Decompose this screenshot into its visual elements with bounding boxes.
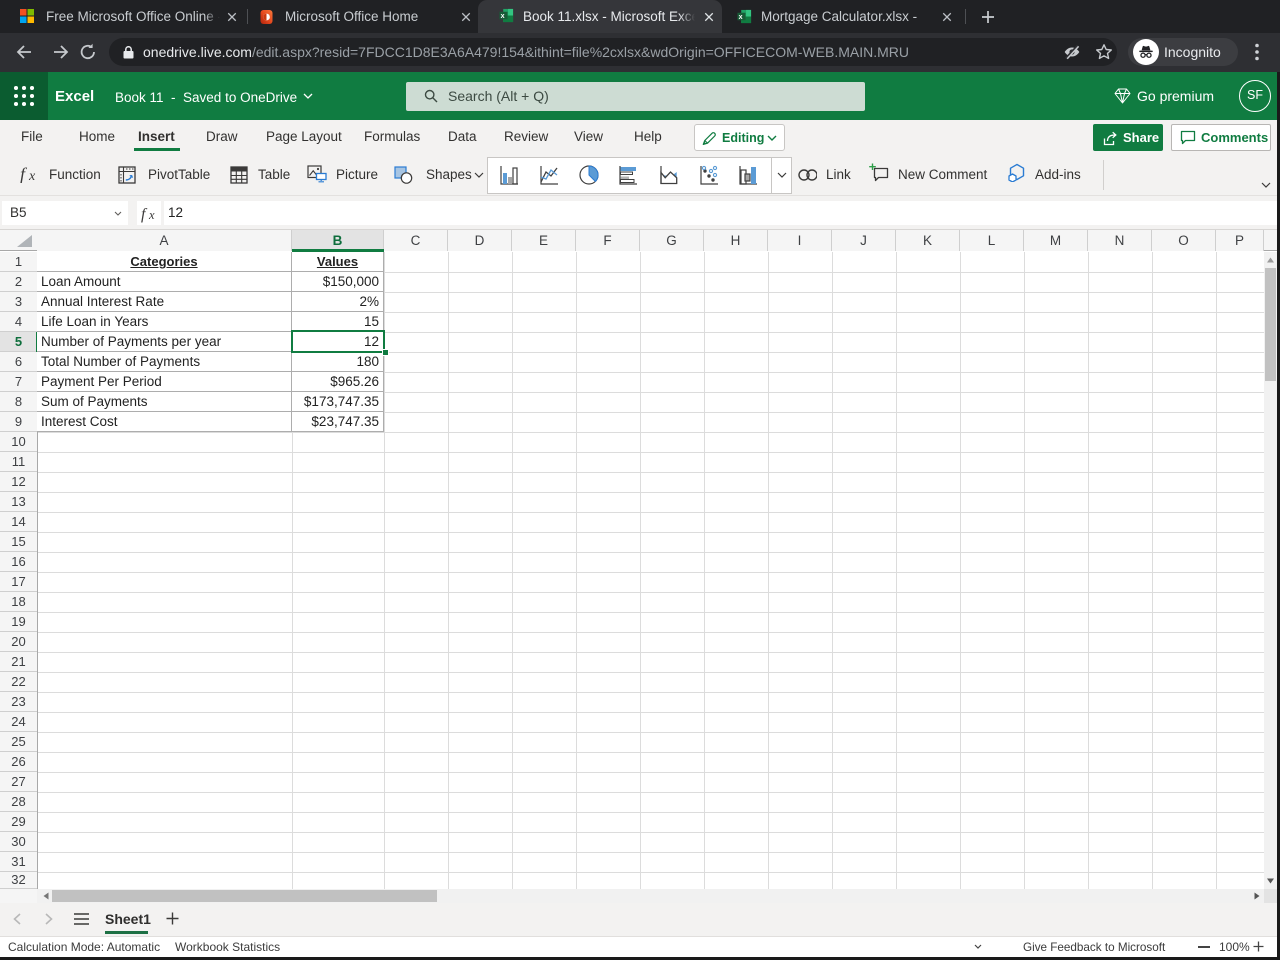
svg-text:f: f [141,206,148,223]
svg-text:f: f [20,165,28,183]
svg-text:x: x [148,208,155,222]
svg-text:x: x [28,169,36,183]
svg-text:x: x [501,12,505,20]
svg-text:x: x [739,13,743,21]
